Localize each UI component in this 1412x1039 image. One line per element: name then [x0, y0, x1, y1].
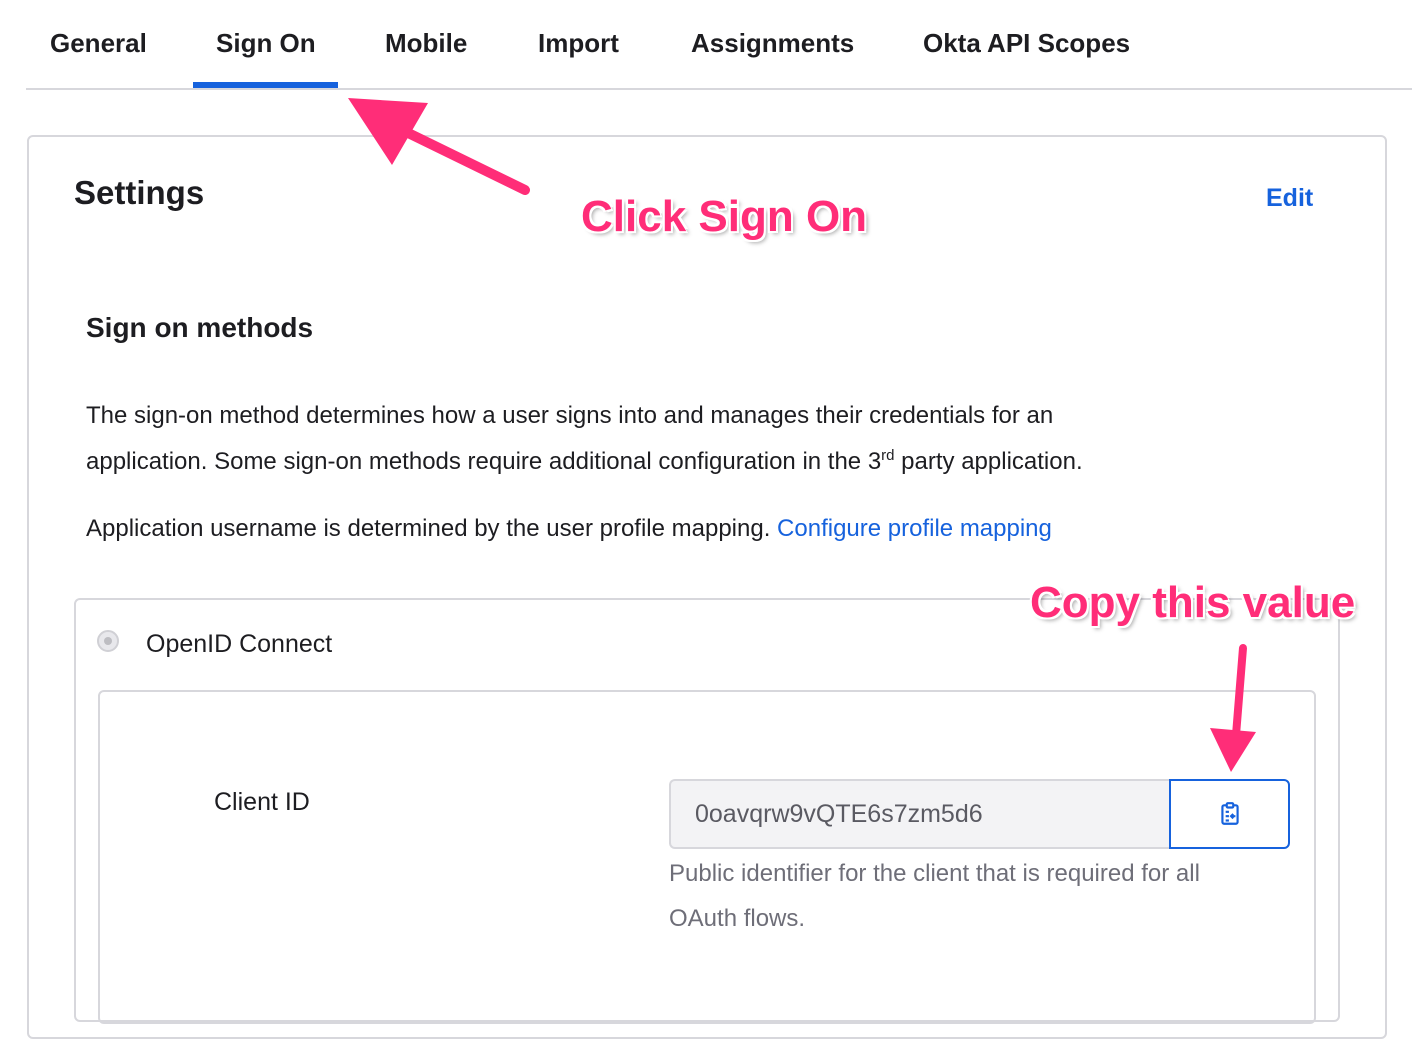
- openid-label: OpenID Connect: [146, 630, 333, 658]
- copy-client-id-button[interactable]: [1169, 779, 1290, 849]
- tab-assignments[interactable]: Assignments: [691, 28, 854, 59]
- username-mapping-label: Application username is determined by th…: [86, 515, 771, 542]
- tab-okta-api-scopes[interactable]: Okta API Scopes: [923, 28, 1130, 59]
- client-id-hint-line-2: OAuth flows.: [669, 905, 806, 932]
- active-tab-indicator: [193, 82, 338, 88]
- clipboard-copy-icon: [1220, 802, 1239, 825]
- annotation-click-sign-on: Click Sign On: [581, 192, 868, 241]
- tab-general[interactable]: General: [50, 28, 147, 59]
- description-line-2: application. Some sign-on methods requir…: [86, 447, 1083, 476]
- tab-import[interactable]: Import: [538, 28, 619, 59]
- annotation-copy-value: Copy this value: [1030, 578, 1356, 627]
- openid-settings-box: [98, 690, 1316, 1024]
- openid-radio[interactable]: [97, 630, 119, 652]
- client-id-field[interactable]: [669, 779, 1169, 849]
- settings-title: Settings: [74, 174, 205, 211]
- description-line-2-text: application. Some sign-on methods requir…: [86, 448, 882, 475]
- edit-button[interactable]: Edit: [1266, 184, 1313, 213]
- sign-on-methods-heading: Sign on methods: [86, 312, 314, 343]
- client-id-label: Client ID: [214, 788, 310, 816]
- ordinal-suffix: rd: [881, 447, 895, 464]
- description-line-1: The sign-on method determines how a user…: [86, 402, 1054, 429]
- client-id-hint-line-1: Public identifier for the client that is…: [669, 860, 1200, 887]
- username-mapping-text: Application username is determined by th…: [86, 515, 1052, 543]
- configure-profile-mapping-link[interactable]: Configure profile mapping: [777, 515, 1052, 542]
- tab-sign-on[interactable]: Sign On: [216, 28, 316, 59]
- description-line-2-end: party application.: [894, 448, 1083, 475]
- tab-mobile[interactable]: Mobile: [385, 28, 467, 59]
